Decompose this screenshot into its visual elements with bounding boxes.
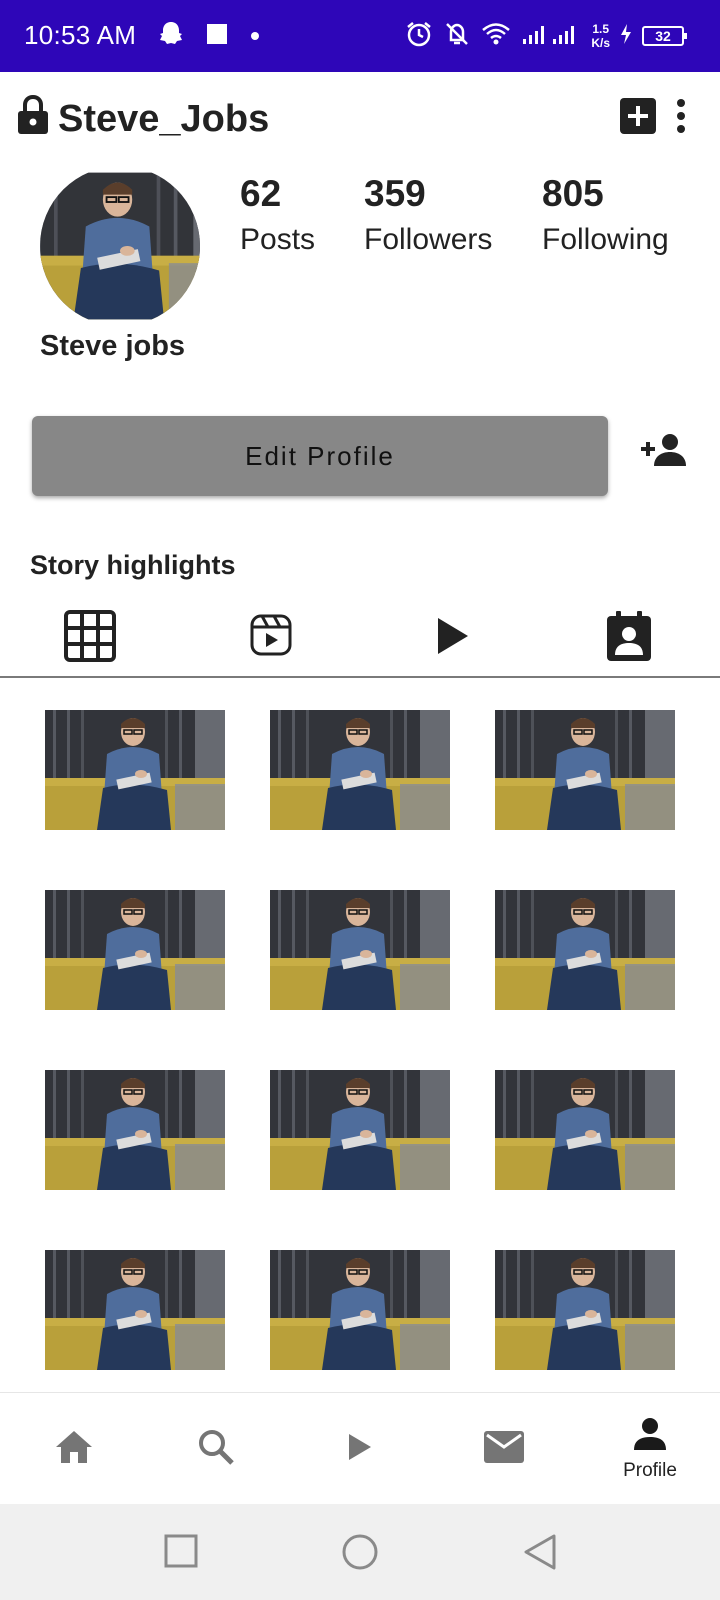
post-thumbnail[interactable] — [45, 890, 225, 1010]
avatar[interactable] — [40, 166, 200, 326]
post-thumbnail[interactable] — [270, 1250, 450, 1370]
post-thumbnail[interactable] — [45, 710, 225, 830]
snapchat-icon — [158, 20, 184, 53]
system-nav-bar — [0, 1504, 720, 1600]
post-thumbnail[interactable] — [45, 1250, 225, 1370]
grid-icon[interactable] — [64, 610, 116, 667]
lock-icon — [16, 94, 50, 141]
post-thumbnail[interactable] — [495, 1250, 675, 1370]
post-thumbnail[interactable] — [495, 890, 675, 1010]
home-icon — [54, 1429, 94, 1470]
stat-following-value: 805 — [542, 173, 604, 214]
stat-following[interactable]: 805 Following — [542, 172, 669, 262]
nav-profile-label: Profile — [623, 1459, 677, 1481]
nav-profile[interactable]: Profile — [606, 1393, 694, 1505]
add-post-icon[interactable] — [620, 98, 656, 139]
more-vert-icon[interactable] — [676, 98, 686, 139]
reels-icon[interactable] — [250, 610, 292, 661]
tagged-icon[interactable] — [606, 610, 652, 667]
square-icon — [206, 23, 228, 50]
back-icon[interactable] — [524, 1534, 556, 1575]
dot-icon — [250, 28, 260, 46]
battery-icon: 32 — [642, 26, 687, 46]
network-speed: 1.5 K/s — [591, 22, 610, 50]
status-time: 10:53 AM — [24, 20, 137, 50]
profile-header: Steve_Jobs — [0, 72, 720, 168]
play-icon — [347, 1432, 373, 1467]
stat-followers-label: Followers — [364, 223, 493, 256]
stat-followers[interactable]: 359 Followers — [364, 172, 492, 262]
nav-home[interactable] — [44, 1393, 104, 1505]
edit-profile-button[interactable]: Edit Profile — [32, 416, 608, 496]
stat-posts-value: 62 — [240, 173, 282, 214]
post-thumbnail[interactable] — [270, 1070, 450, 1190]
signal-icon — [521, 22, 581, 51]
alarm-icon — [405, 20, 433, 53]
charging-icon — [620, 23, 632, 50]
stat-following-label: Following — [542, 223, 669, 256]
bottom-nav: Profile — [0, 1392, 720, 1504]
post-thumbnail[interactable] — [270, 890, 450, 1010]
wifi-icon — [481, 21, 511, 52]
stat-posts[interactable]: 62 Posts — [240, 172, 315, 262]
bell-off-icon — [443, 20, 471, 53]
profile-icon — [632, 1417, 668, 1456]
tab-divider — [0, 676, 720, 678]
post-thumbnail[interactable] — [45, 1070, 225, 1190]
story-highlights-title: Story highlights — [30, 550, 236, 580]
nav-reels[interactable] — [330, 1393, 390, 1505]
speed-unit: K/s — [591, 36, 610, 50]
status-bar: 10:53 AM 1.5 K/s 32 — [0, 0, 720, 72]
stat-followers-value: 359 — [364, 173, 426, 214]
stat-posts-label: Posts — [240, 223, 316, 256]
recents-icon[interactable] — [164, 1534, 198, 1573]
add-person-icon[interactable] — [640, 432, 688, 473]
nav-messages[interactable] — [474, 1393, 534, 1505]
username: Steve_Jobs — [58, 98, 270, 140]
display-name: Steve jobs — [40, 330, 186, 362]
mail-icon — [483, 1430, 525, 1469]
play-icon[interactable] — [436, 610, 470, 661]
home-circle-icon[interactable] — [342, 1534, 378, 1575]
nav-search[interactable] — [186, 1393, 246, 1505]
post-thumbnail[interactable] — [495, 710, 675, 830]
post-thumbnail[interactable] — [270, 710, 450, 830]
post-thumbnail[interactable] — [495, 1070, 675, 1190]
search-icon — [197, 1428, 235, 1471]
speed-value: 1.5 — [592, 22, 609, 36]
